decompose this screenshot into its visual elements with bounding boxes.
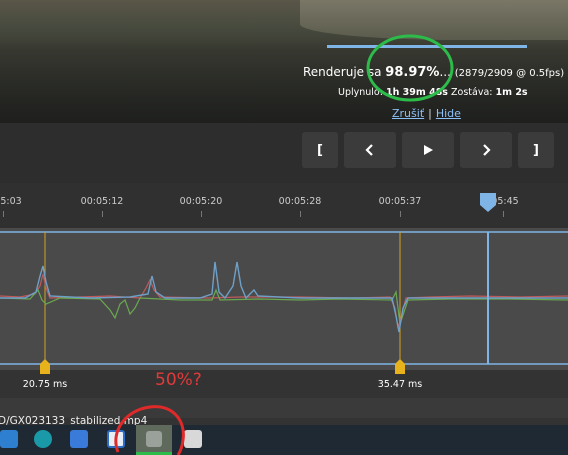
tick-mark <box>400 211 401 217</box>
mark-in-label: [ <box>317 142 323 158</box>
tick-mark <box>201 211 202 217</box>
render-frames: (2879/2909 @ 0.5fps) <box>454 68 565 79</box>
annotation-text: 50%? <box>155 370 202 390</box>
arduino-icon[interactable] <box>34 430 52 448</box>
tick-mark <box>3 211 4 217</box>
cancel-render-link[interactable]: Zrušiť <box>392 107 424 120</box>
link-separator: | <box>428 107 432 120</box>
mark-out-button[interactable]: ] <box>518 132 554 168</box>
elapsed-label: Uplynulo: <box>338 87 383 98</box>
render-actions: Zrušiť | Hide <box>392 107 461 120</box>
chevron-left-icon <box>365 144 373 156</box>
tick-label: 00:05:28 <box>278 196 322 207</box>
app-icon[interactable] <box>70 430 88 448</box>
prev-frame-button[interactable] <box>344 132 396 168</box>
render-progress-bar <box>327 45 527 48</box>
preview-shade <box>0 40 568 123</box>
tick-mark <box>503 211 504 217</box>
keyframe-value: 20.75 ms <box>22 379 68 390</box>
next-frame-button[interactable] <box>460 132 512 168</box>
elapsed-value: 1h 39m 48s <box>385 87 448 98</box>
render-status: Renderuje sa 98.97%... (2879/2909 @ 0.5f… <box>303 65 564 80</box>
keyframe-marker[interactable] <box>392 358 408 376</box>
render-times: Uplynulo: 1h 39m 48s Zostáva: 1m 2s <box>338 87 528 98</box>
mark-out-label: ] <box>533 142 539 158</box>
render-percent: 98.97% <box>385 65 440 80</box>
tick-label: 00:05:20 <box>179 196 223 207</box>
keyframe-track <box>0 366 568 398</box>
render-ellipsis: ... <box>439 65 451 79</box>
app-icon[interactable] <box>107 430 125 448</box>
play-button[interactable] <box>402 132 454 168</box>
remaining-value: 1m 2s <box>495 87 528 98</box>
render-label: Renderuje sa <box>303 65 382 79</box>
mark-in-button[interactable]: [ <box>302 132 338 168</box>
tick-label: 05:03 <box>0 196 22 207</box>
active-task[interactable] <box>136 425 172 455</box>
mail-icon[interactable] <box>184 430 202 448</box>
play-icon <box>424 145 433 155</box>
keyframe-value: 35.47 ms <box>377 379 423 390</box>
tick-label: 00:05:12 <box>80 196 124 207</box>
gyroflow-icon <box>146 431 162 447</box>
motion-graph[interactable] <box>0 228 568 370</box>
preview-landscape <box>300 0 568 40</box>
tick-mark <box>102 211 103 217</box>
chevron-right-icon <box>483 144 491 156</box>
hide-render-link[interactable]: Hide <box>436 107 461 120</box>
tick-label: 00:05:37 <box>378 196 422 207</box>
video-preview <box>0 0 568 123</box>
keyframe-marker[interactable] <box>37 358 53 376</box>
remaining-label: Zostáva: <box>451 87 493 98</box>
playhead-handle[interactable] <box>478 191 498 213</box>
tick-mark <box>300 211 301 217</box>
app-icon[interactable] <box>0 430 18 448</box>
